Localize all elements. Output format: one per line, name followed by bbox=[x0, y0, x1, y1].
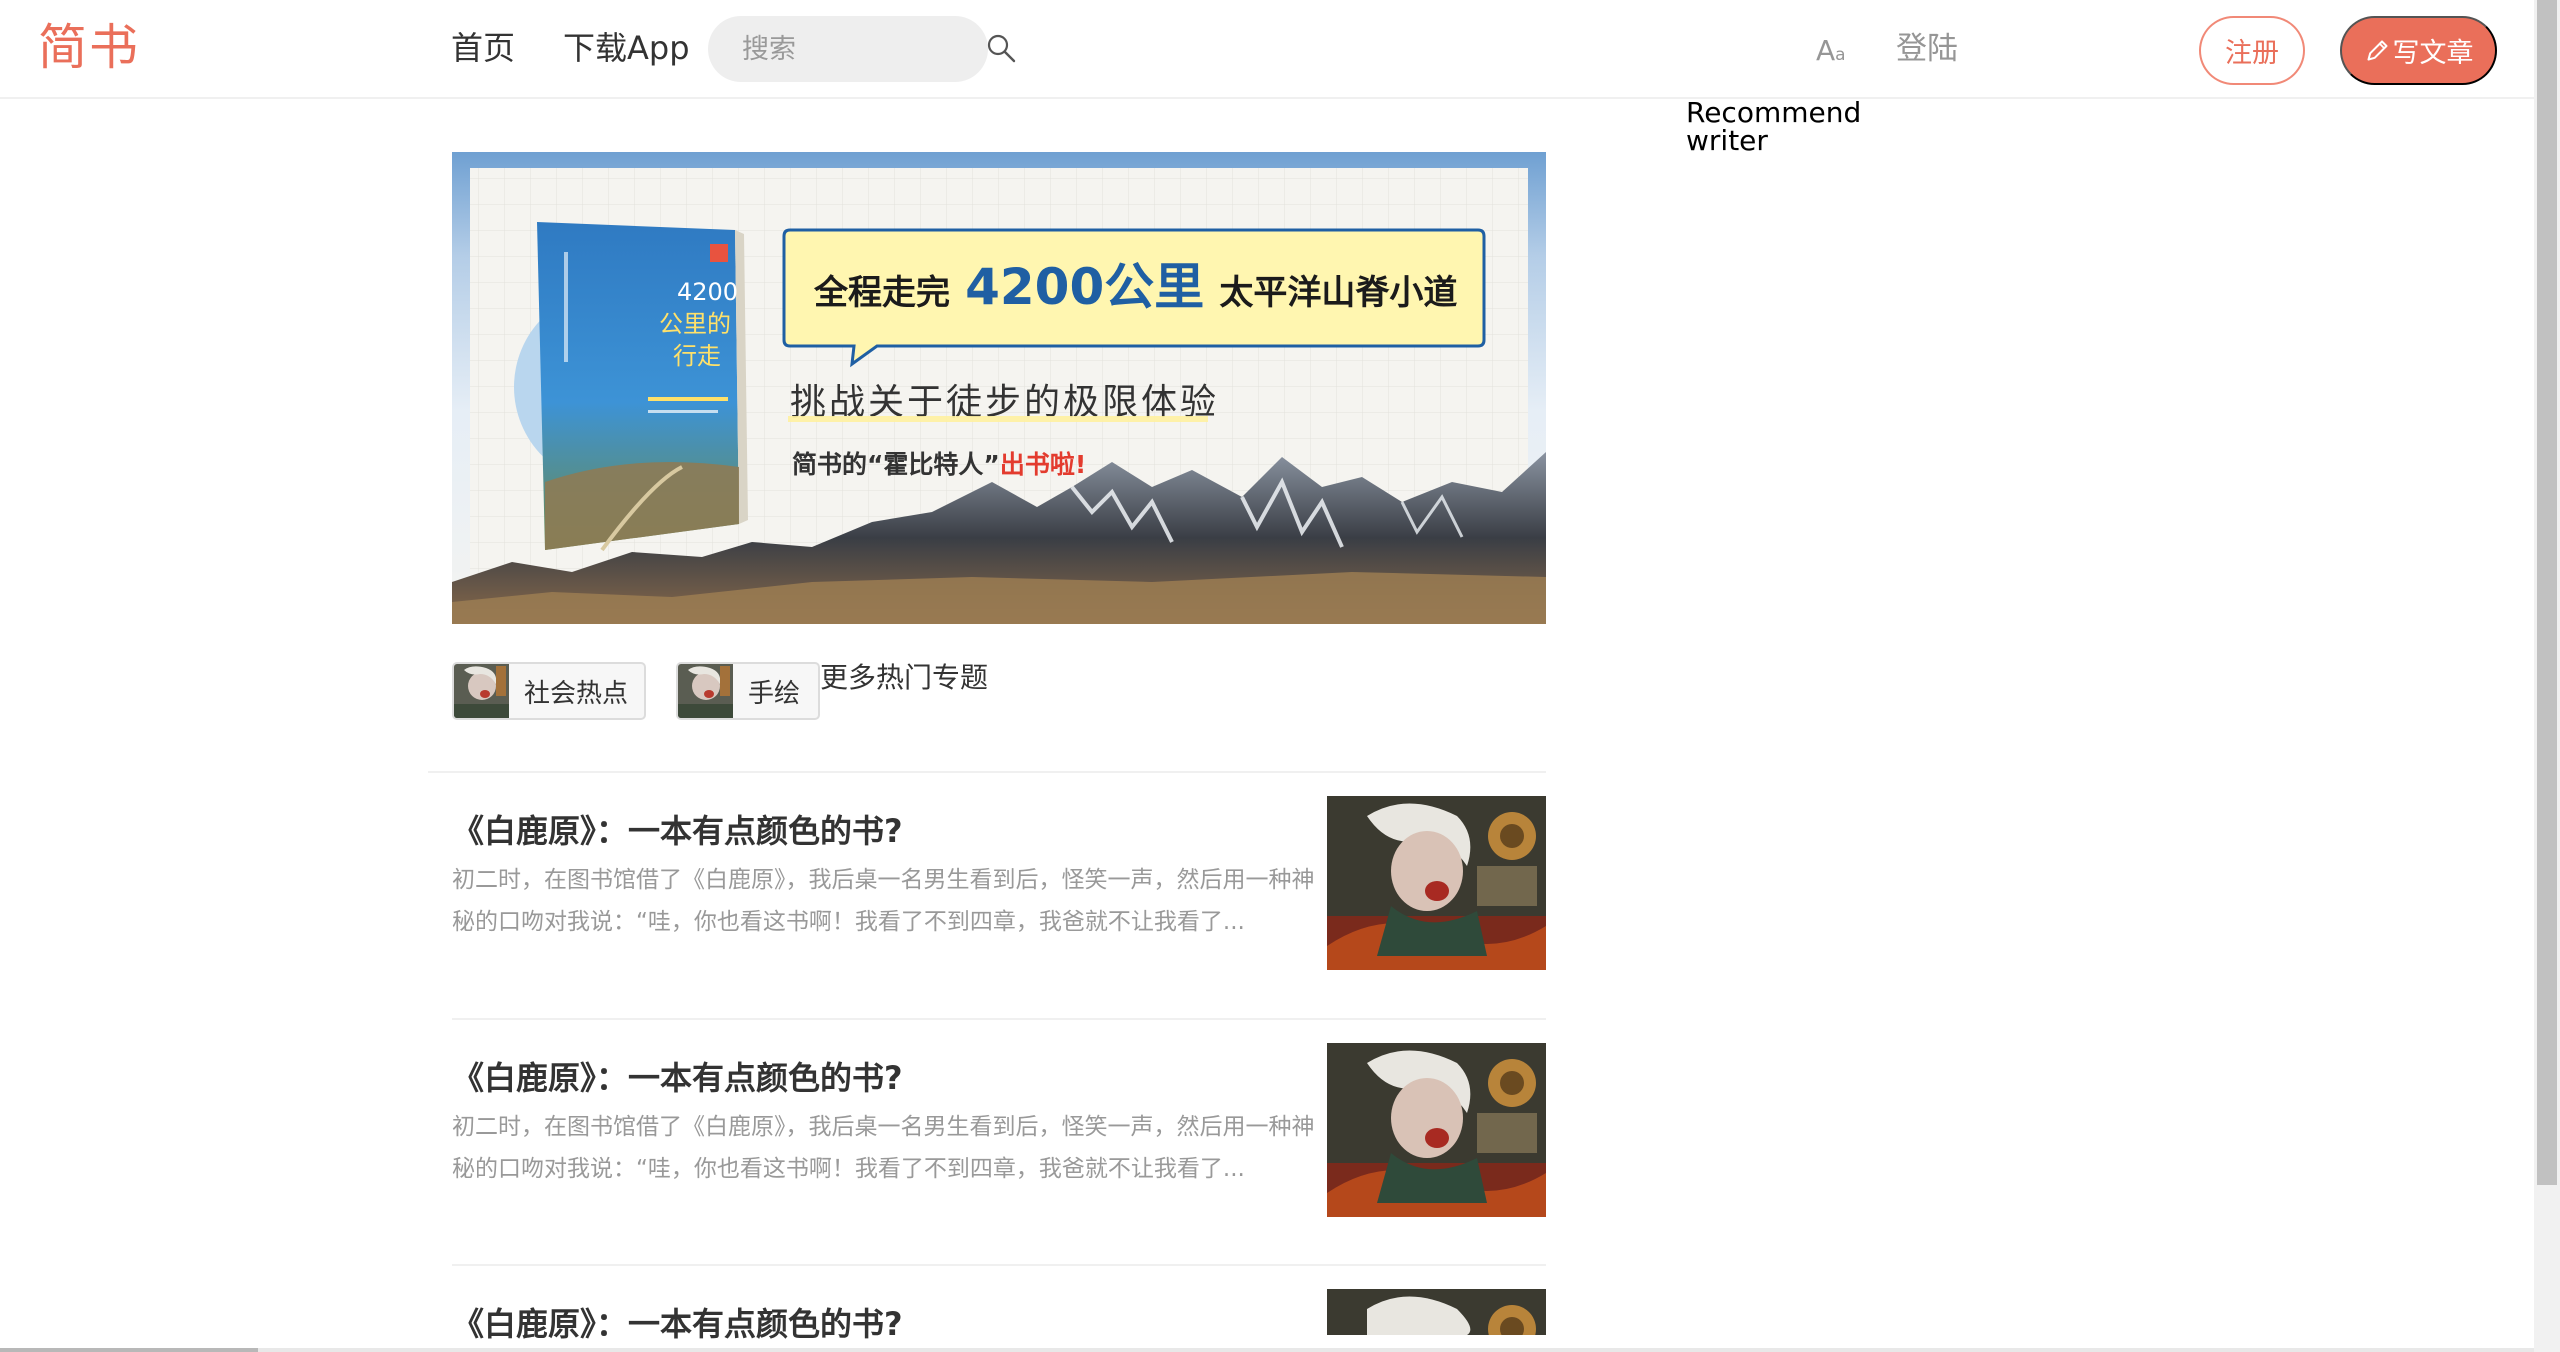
topic-social-hot[interactable]: 社会热点 bbox=[452, 662, 646, 720]
article-thumbnail[interactable] bbox=[1327, 1043, 1546, 1217]
divider bbox=[428, 771, 1546, 773]
topic-thumbnail bbox=[678, 664, 733, 718]
divider bbox=[452, 1264, 1546, 1266]
article-thumbnail[interactable] bbox=[1327, 796, 1546, 970]
book-cover: 4200 公里的 行走 bbox=[537, 222, 748, 552]
horizontal-scrollbar-thumb[interactable] bbox=[0, 1348, 258, 1352]
svg-text:简书的“霍比特人”出书啦!: 简书的“霍比特人”出书啦! bbox=[792, 450, 1086, 479]
divider bbox=[452, 1018, 1546, 1020]
svg-text:公里的: 公里的 bbox=[659, 310, 731, 338]
article-thumbnail[interactable] bbox=[1327, 1289, 1546, 1335]
topic-label: 手绘 bbox=[748, 678, 801, 709]
font-size-big-letter: A bbox=[1816, 34, 1836, 67]
font-size-icon[interactable]: Aa bbox=[1816, 34, 1846, 72]
article-abstract: 初二时，在图书馆借了《白鹿原》，我后桌一名男生看到后，怪笑一声，然后用一种神秘的… bbox=[452, 867, 1315, 935]
headline-bubble: 全程走完 4200公里 太平洋山脊小道 bbox=[782, 228, 1486, 368]
promo-banner[interactable]: 4200 公里的 行走 全程走完 4200公里 太平洋山脊小道 挑战关于徒步的极… bbox=[452, 152, 1546, 624]
topic-thumbnail bbox=[454, 664, 509, 718]
nav-home[interactable]: 首页 bbox=[451, 27, 515, 69]
recommend-writer-heading: Recommend writer bbox=[1686, 96, 1862, 157]
search-icon[interactable] bbox=[985, 32, 1019, 66]
article-abstract: 初二时，在图书馆借了《白鹿原》，我后桌一名男生看到后，怪笑一声，然后用一种神秘的… bbox=[452, 1114, 1315, 1182]
article-image bbox=[1327, 1043, 1546, 1217]
write-article-button[interactable]: 写文章 bbox=[2340, 16, 2497, 85]
write-article-label: 写文章 bbox=[2392, 38, 2474, 68]
font-size-small-letter: a bbox=[1835, 45, 1846, 65]
top-navbar: 简书 首页 下载App Aa 登陆 注册 写文章 bbox=[0, 0, 2534, 99]
pencil-icon bbox=[2366, 40, 2388, 61]
site-logo[interactable]: 简书 bbox=[38, 18, 140, 78]
article-title[interactable]: 《白鹿原》：一本有点颜色的书? bbox=[452, 1302, 903, 1346]
article-title[interactable]: 《白鹿原》：一本有点颜色的书? bbox=[452, 1056, 903, 1100]
article-image bbox=[1327, 796, 1546, 970]
article-image bbox=[1327, 1289, 1546, 1335]
banner-artwork: 4200 公里的 行走 全程走完 4200公里 太平洋山脊小道 挑战关于徒步的极… bbox=[452, 168, 1546, 624]
more-topics-link[interactable]: 更多热门专题 bbox=[820, 660, 988, 696]
topic-hand-drawing[interactable]: 手绘 bbox=[676, 662, 820, 720]
topic-label: 社会热点 bbox=[524, 678, 629, 709]
svg-text:4200: 4200 bbox=[677, 278, 738, 306]
login-link[interactable]: 登陆 bbox=[1896, 29, 1958, 69]
svg-text:行走: 行走 bbox=[673, 342, 721, 370]
nav-download-app[interactable]: 下载App bbox=[563, 27, 690, 69]
vertical-scrollbar-thumb[interactable] bbox=[2537, 0, 2557, 1185]
search-input[interactable] bbox=[708, 16, 988, 82]
horizontal-scrollbar-track[interactable] bbox=[0, 1348, 2534, 1352]
register-button[interactable]: 注册 bbox=[2199, 16, 2305, 85]
article-title[interactable]: 《白鹿原》：一本有点颜色的书? bbox=[452, 809, 903, 853]
